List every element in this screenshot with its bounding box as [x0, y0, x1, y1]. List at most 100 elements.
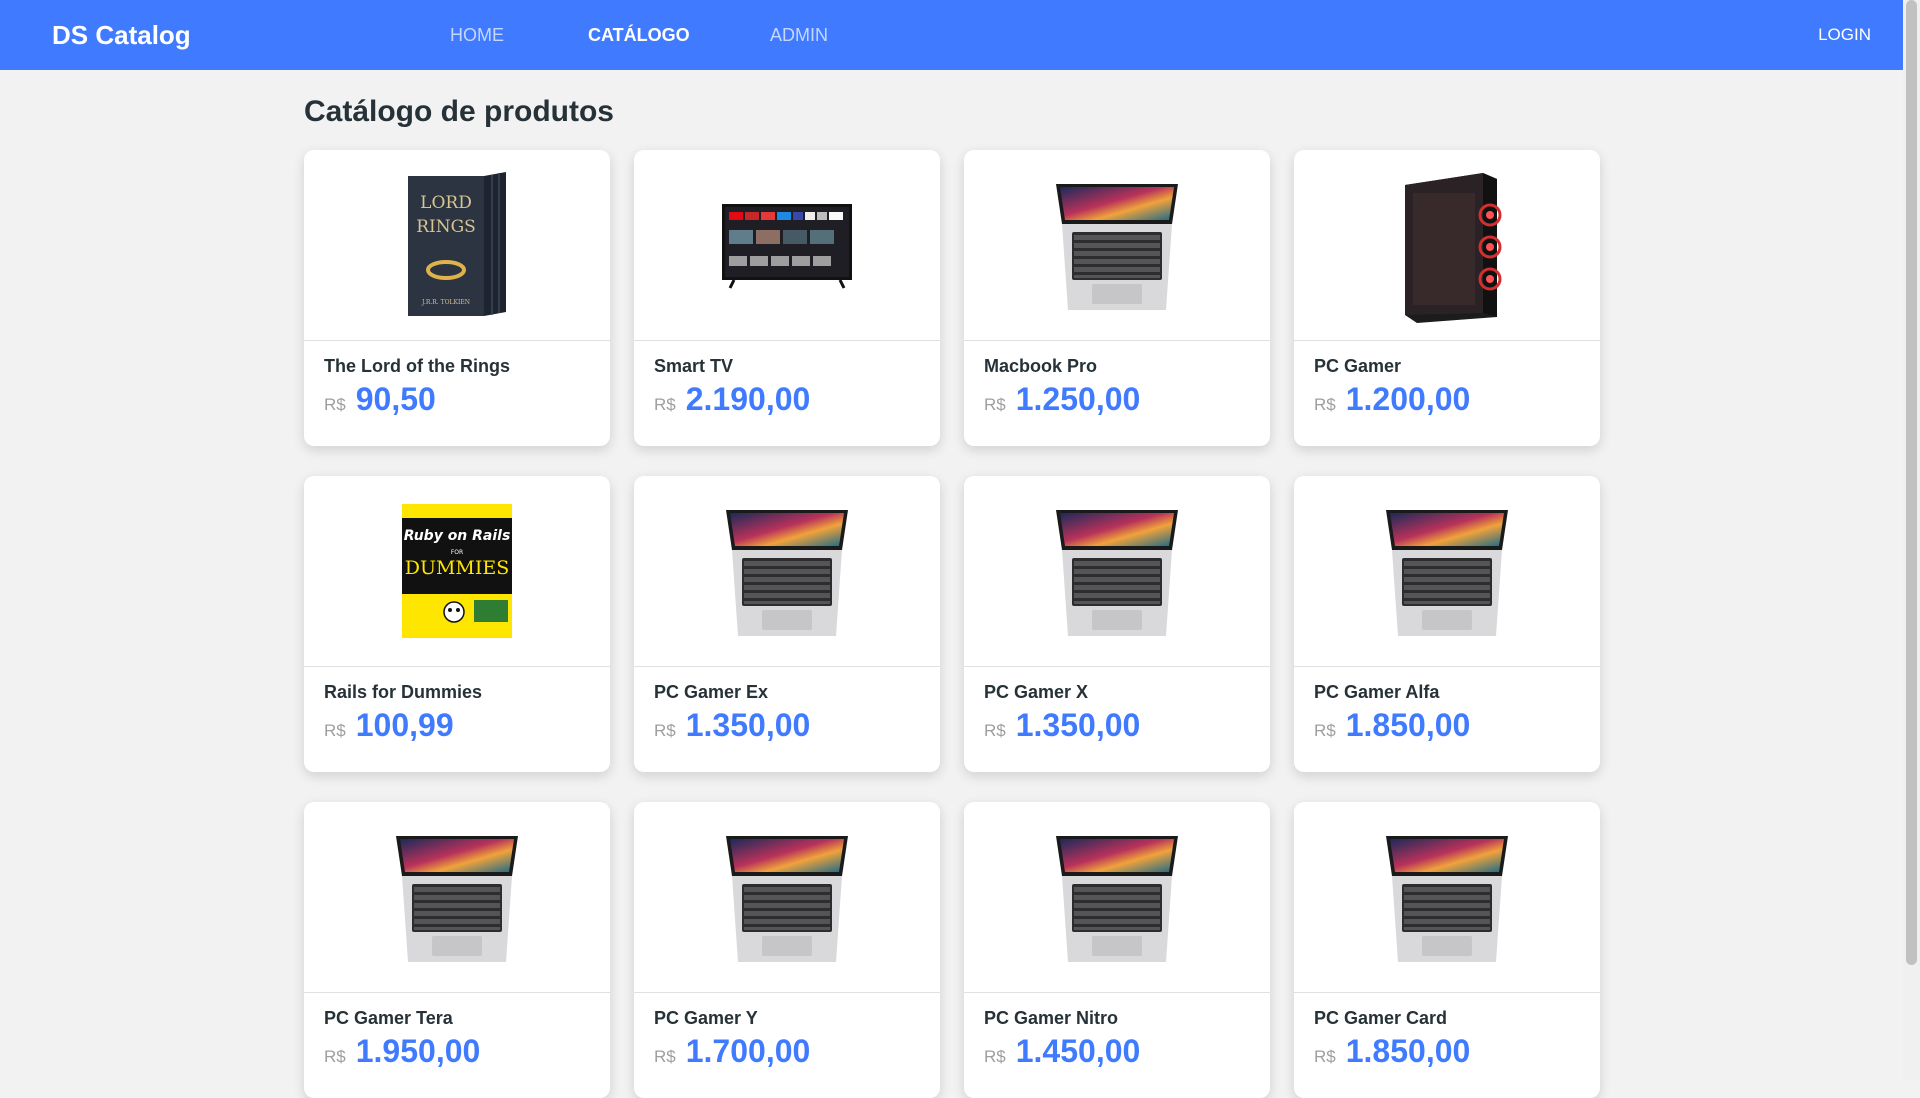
product-image-art: [720, 832, 854, 962]
product-price: R$ 2.190,00: [654, 381, 920, 418]
price-currency: R$: [1314, 1047, 1336, 1066]
product-name: PC Gamer Y: [654, 1008, 758, 1028]
product-image: [634, 476, 940, 667]
product-card[interactable]: LORD RINGS J.R.R. TOLKIEN The Lord of th…: [304, 150, 610, 446]
product-name: PC Gamer Alfa: [1314, 682, 1440, 702]
product-image: [964, 476, 1270, 667]
product-info: PC Gamer Tera R$ 1.950,00: [304, 993, 610, 1070]
product-info: Smart TV R$ 2.190,00: [634, 341, 940, 418]
product-image: [634, 802, 940, 993]
product-image-art: [390, 832, 524, 962]
product-card[interactable]: PC Gamer Ex R$ 1.350,00: [634, 476, 940, 772]
product-name: The Lord of the Rings: [324, 356, 510, 376]
product-image-art: LORD RINGS J.R.R. TOLKIEN: [402, 170, 512, 320]
product-name: Rails for Dummies: [324, 682, 483, 702]
product-card[interactable]: PC Gamer R$ 1.200,00: [1294, 150, 1600, 446]
price-value: 1.200,00: [1345, 381, 1471, 417]
product-name: PC Gamer Ex: [654, 682, 769, 702]
price-currency: R$: [654, 395, 676, 414]
product-info: PC Gamer R$ 1.200,00: [1294, 341, 1600, 418]
product-name: Smart TV: [654, 356, 734, 376]
product-price: R$ 1.850,00: [1314, 1033, 1580, 1070]
product-name: PC Gamer Nitro: [984, 1008, 1119, 1028]
product-info: Macbook Pro R$ 1.250,00: [964, 341, 1270, 418]
tv-image: [722, 204, 852, 289]
book-dummies-for: FOR: [451, 549, 463, 556]
book-lotr-image: LORD RINGS J.R.R. TOLKIEN: [408, 172, 506, 316]
nav-home[interactable]: HOME: [450, 0, 504, 70]
book-dummies-brand: DUMMIES: [405, 557, 510, 579]
product-image: [1294, 476, 1600, 667]
laptop-image: [726, 836, 848, 962]
product-info: PC Gamer Alfa R$ 1.850,00: [1294, 667, 1600, 744]
product-card[interactable]: PC Gamer Y R$ 1.700,00: [634, 802, 940, 1098]
scrollbar[interactable]: [1903, 0, 1920, 1080]
product-name: PC Gamer X: [984, 682, 1089, 702]
nav-catalog[interactable]: CATÁLOGO: [588, 0, 690, 70]
navbar: DS Catalog HOME CATÁLOGO ADMIN LOGIN: [0, 0, 1903, 70]
price-value: 2.190,00: [685, 381, 811, 417]
product-price: R$ 1.200,00: [1314, 381, 1580, 418]
product-price: R$ 90,50: [324, 381, 590, 418]
product-image-art: [1380, 506, 1514, 636]
product-card[interactable]: Macbook Pro R$ 1.250,00: [964, 150, 1270, 446]
product-name: PC Gamer: [1314, 356, 1402, 376]
product-info: PC Gamer Ex R$ 1.350,00: [634, 667, 940, 744]
product-info: PC Gamer X R$ 1.350,00: [964, 667, 1270, 744]
product-image-art: [1050, 506, 1184, 636]
price-currency: R$: [1314, 721, 1336, 740]
product-image: [1294, 150, 1600, 341]
product-info: PC Gamer Y R$ 1.700,00: [634, 993, 940, 1070]
scrollbar-thumb[interactable]: [1906, 0, 1917, 965]
product-price: R$ 1.950,00: [324, 1033, 590, 1070]
product-price: R$ 1.850,00: [1314, 707, 1580, 744]
laptop-image: [1056, 510, 1178, 636]
product-info: PC Gamer Card R$ 1.850,00: [1294, 993, 1600, 1070]
laptop-image: [1056, 184, 1178, 310]
book-lotr-author: J.R.R. TOLKIEN: [421, 299, 470, 306]
pc-case-image: [1405, 173, 1502, 323]
book-lotr-line1: LORD: [420, 193, 472, 213]
product-image: [304, 802, 610, 993]
book-dummies-title: Ruby on Rails: [404, 528, 511, 544]
price-currency: R$: [654, 721, 676, 740]
product-card[interactable]: PC Gamer X R$ 1.350,00: [964, 476, 1270, 772]
price-currency: R$: [984, 395, 1006, 414]
price-value: 1.700,00: [685, 1033, 811, 1069]
page-title: Catálogo de produtos: [304, 95, 614, 128]
laptop-image: [726, 510, 848, 636]
price-currency: R$: [654, 1047, 676, 1066]
laptop-image: [1386, 510, 1508, 636]
product-info: The Lord of the Rings R$ 90,50: [304, 341, 610, 418]
product-card[interactable]: PC Gamer Card R$ 1.850,00: [1294, 802, 1600, 1098]
price-currency: R$: [984, 1047, 1006, 1066]
product-card[interactable]: PC Gamer Tera R$ 1.950,00: [304, 802, 610, 1098]
price-currency: R$: [1314, 395, 1336, 414]
product-info: PC Gamer Nitro R$ 1.450,00: [964, 993, 1270, 1070]
product-info: Rails for Dummies R$ 100,99: [304, 667, 610, 744]
product-price: R$ 1.350,00: [654, 707, 920, 744]
product-image-art: Ruby on Rails FOR DUMMIES: [402, 504, 512, 638]
brand-logo[interactable]: DS Catalog: [52, 0, 191, 70]
product-price: R$ 1.700,00: [654, 1033, 920, 1070]
price-value: 90,50: [355, 381, 436, 417]
price-currency: R$: [324, 395, 346, 414]
login-link[interactable]: LOGIN: [1818, 0, 1871, 70]
product-price: R$ 1.350,00: [984, 707, 1250, 744]
product-image: [964, 802, 1270, 993]
product-image-art: [720, 506, 854, 636]
product-image-art: [1050, 832, 1184, 962]
product-card[interactable]: Smart TV R$ 2.190,00: [634, 150, 940, 446]
product-name: Macbook Pro: [984, 356, 1098, 376]
price-value: 1.950,00: [355, 1033, 481, 1069]
product-card[interactable]: PC Gamer Nitro R$ 1.450,00: [964, 802, 1270, 1098]
nav-admin[interactable]: ADMIN: [770, 0, 828, 70]
price-value: 1.450,00: [1015, 1033, 1141, 1069]
product-image-art: [720, 200, 854, 290]
book-dummies-image: Ruby on Rails FOR DUMMIES: [402, 504, 512, 638]
price-currency: R$: [324, 721, 346, 740]
product-card[interactable]: Ruby on Rails FOR DUMMIES Rails for Dumm…: [304, 476, 610, 772]
price-value: 1.350,00: [685, 707, 811, 743]
product-image-art: [1380, 832, 1514, 962]
product-card[interactable]: PC Gamer Alfa R$ 1.850,00: [1294, 476, 1600, 772]
